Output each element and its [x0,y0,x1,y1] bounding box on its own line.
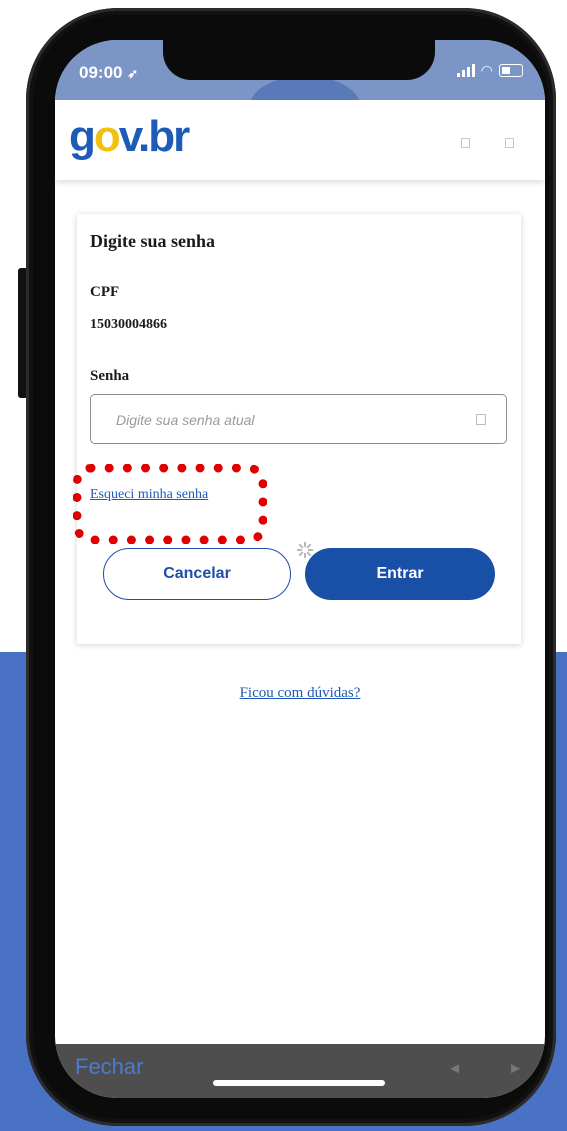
forward-arrow-icon[interactable]: ► [508,1060,523,1077]
enter-button[interactable]: Entrar [305,548,495,600]
header-menu-icon[interactable] [461,138,470,148]
password-input[interactable] [91,395,478,445]
nav-arrows: ◄ ► [447,1060,523,1077]
status-bar: 09:00 ➶ ◠ [55,40,545,136]
help-link[interactable]: Ficou com dúvidas? [240,685,361,701]
gov-br-logo: gov.br [69,112,190,161]
highlight-annotation [73,464,267,544]
cancel-button[interactable]: Cancelar [103,548,291,600]
show-password-icon[interactable] [476,414,486,425]
app-header: gov.br [55,100,545,180]
forgot-password-link[interactable]: Esqueci minha senha [90,487,208,503]
signal-icon [456,64,475,77]
password-field[interactable] [90,394,507,445]
loading-spinner-icon [297,542,313,558]
help-link-container: Ficou com dúvidas? [55,685,545,702]
phone-notch [163,40,435,80]
password-label: Senha [90,368,130,384]
wifi-icon: ◠ [480,62,493,78]
status-icons: ◠ [456,62,523,79]
status-time: 09:00 ➶ [79,63,139,82]
back-arrow-icon[interactable]: ◄ [447,1060,462,1077]
card-title: Digite sua senha [90,231,216,251]
login-card: Digite sua senha CPF 15030004866 Senha E… [73,214,521,644]
battery-icon [499,64,523,77]
home-indicator [213,1080,385,1086]
cpf-label: CPF [90,284,120,300]
header-settings-icon[interactable] [505,138,514,148]
cpf-value: 15030004866 [90,317,167,332]
close-button[interactable]: Fechar [75,1054,143,1080]
phone-screen: 09:00 ➶ ◠ gov.br Digite sua senha CPF 15… [55,40,545,1098]
location-arrow-icon: ➶ [127,66,139,81]
browser-bottom-bar: Fechar ◄ ► [55,1044,545,1098]
